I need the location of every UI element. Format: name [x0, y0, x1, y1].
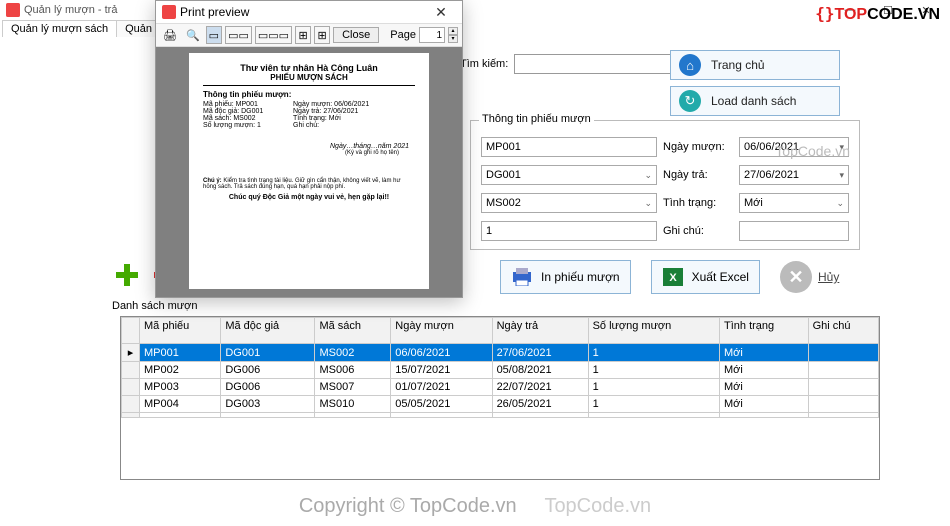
main-title: Quản lý mượn - trả [24, 4, 117, 16]
table-row[interactable]: MP004DG003MS010 05/05/202126/05/20211 Mớ… [122, 396, 879, 413]
tabs: Quản lý mượn sách Quản lý trả sách [0, 20, 950, 37]
table-row[interactable] [122, 413, 879, 418]
doc-note: Chú ý: Kiểm tra tình trạng tài liệu. Giữ… [203, 178, 415, 190]
preview-close-button[interactable]: Close [333, 27, 379, 43]
preview-close-x[interactable]: ✕ [426, 4, 456, 21]
doc-h1: Thư viên tư nhân Hà Công Luân [203, 63, 415, 73]
page-down[interactable]: ▾ [448, 35, 458, 43]
print-label: In phiếu mượn [541, 270, 620, 284]
soluong-field[interactable] [481, 221, 657, 241]
app-icon [6, 3, 20, 17]
export-button[interactable]: X Xuất Excel [651, 260, 760, 294]
logo: {}TOPCODE.VN [815, 4, 940, 24]
search-label: Tìm kiếm: [460, 58, 508, 70]
maphieu-field[interactable]: MP001 [481, 137, 657, 157]
printer-icon [511, 267, 533, 287]
cancel-label[interactable]: Hủy [818, 270, 839, 284]
preview-titlebar[interactable]: Print preview ✕ [156, 1, 462, 23]
threepage-icon[interactable]: ▭▭▭ [255, 26, 292, 44]
tinhtrang-field[interactable]: Mới⌄ [739, 193, 849, 213]
preview-toolbar: 🖨 🔍 ▭ ▭▭ ▭▭▭ ⊞ ⊞ Close Page ▴▾ [156, 23, 462, 47]
doc-thanks: Chúc quý Độc Giả một ngày vui vẻ, hẹn gặ… [203, 194, 415, 201]
load-label: Load danh sách [711, 94, 796, 108]
masach-field[interactable]: MS002⌄ [481, 193, 657, 213]
table-row[interactable]: MP003DG006MS007 01/07/202122/07/20211 Mớ… [122, 379, 879, 396]
main-window: Quản lý mượn - trả — ☐ ✕ Quản lý mượn sá… [0, 0, 950, 526]
preview-icon [162, 5, 176, 19]
load-button[interactable]: ↻ Load danh sách [670, 86, 840, 116]
print-button[interactable]: In phiếu mượn [500, 260, 631, 294]
preview-page: Thư viên tư nhân Hà Công Luân PHIẾU MƯỢN… [189, 53, 429, 289]
watermark: Copyright © TopCode.vn TopCode.vn [0, 495, 950, 518]
tinhtrang-label: Tình trạng: [663, 197, 733, 209]
home-label: Trang chủ [711, 58, 765, 72]
ghichu-label: Ghi chú: [663, 225, 733, 237]
main-titlebar: Quản lý mượn - trả — ☐ ✕ [0, 0, 950, 20]
svg-text:X: X [669, 272, 677, 284]
ngaymuon-label: Ngày mượn: [663, 141, 733, 153]
doc-h2: PHIẾU MƯỢN SÁCH [203, 73, 415, 86]
preview-canvas: Thư viên tư nhân Hà Công Luân PHIẾU MƯỢN… [156, 47, 462, 297]
twopage-icon[interactable]: ▭▭ [225, 26, 252, 44]
preview-title: Print preview [180, 5, 249, 19]
ghichu-field[interactable] [739, 221, 849, 241]
ngaytra-field[interactable]: 27/06/2021▾ [739, 165, 849, 185]
export-label: Xuất Excel [692, 270, 749, 284]
fourpage-icon[interactable]: ⊞ [295, 26, 311, 44]
info-fieldset: Thông tin phiếu mượn MP001 Ngày mượn: 06… [470, 120, 860, 250]
tab-muon-sach[interactable]: Quản lý mượn sách [2, 20, 117, 37]
doc-signature: Ngày…tháng…năm 2021 [203, 143, 415, 150]
zoom-icon[interactable]: 🔍 [183, 26, 203, 44]
page-up[interactable]: ▴ [448, 27, 458, 35]
home-icon: ⌂ [679, 54, 701, 76]
print-icon[interactable]: 🖨 [160, 26, 180, 44]
data-grid[interactable]: Mã phiếuMã độc giảMã sách Ngày mượnNgày … [120, 316, 880, 480]
page-label: Page [390, 29, 416, 41]
print-preview-window: Print preview ✕ 🖨 🔍 ▭ ▭▭ ▭▭▭ ⊞ ⊞ Close P… [155, 0, 463, 298]
doc-signature2: (Ký và ghi rõ họ tên) [203, 150, 415, 156]
refresh-icon: ↻ [679, 90, 701, 112]
watermark-small: TopCode.vn [775, 143, 850, 159]
info-legend: Thông tin phiếu mượn [479, 113, 594, 125]
sixpage-icon[interactable]: ⊞ [314, 26, 330, 44]
plus-icon [113, 261, 141, 289]
madocgia-field[interactable]: DG001⌄ [481, 165, 657, 185]
onepage-icon[interactable]: ▭ [206, 26, 222, 44]
grid-header: Mã phiếuMã độc giảMã sách Ngày mượnNgày … [122, 318, 879, 344]
cancel-icon[interactable]: ✕ [780, 261, 812, 293]
table-row[interactable]: ▸ MP001DG001MS002 06/06/202127/06/20211 … [122, 344, 879, 362]
list-label: Danh sách mượn [112, 300, 198, 312]
table-row[interactable]: MP002DG006MS006 15/07/202105/08/20211 Mớ… [122, 362, 879, 379]
add-button[interactable] [112, 260, 142, 290]
ngaytra-label: Ngày trả: [663, 169, 733, 181]
excel-icon: X [662, 267, 684, 287]
doc-section: Thông tin phiếu mượn: [203, 90, 415, 99]
page-number-input[interactable] [419, 27, 445, 43]
home-button[interactable]: ⌂ Trang chủ [670, 50, 840, 80]
